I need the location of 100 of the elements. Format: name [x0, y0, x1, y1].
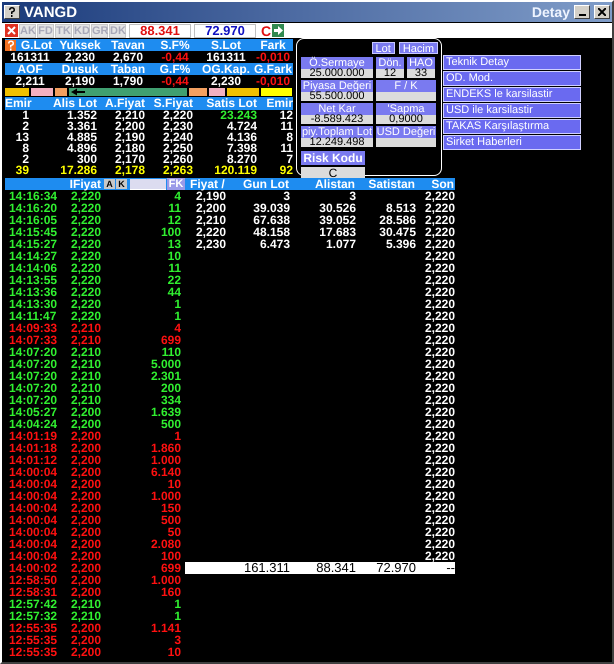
- trade-time: 14:16:05: [9, 214, 58, 226]
- toggle-button[interactable]: Hacim: [398, 42, 438, 54]
- field-label: Dön.: [376, 57, 404, 69]
- table-cell-text: 120.119: [213, 165, 257, 176]
- table-cell-text: 2,220: [424, 250, 455, 262]
- column-header: Emir: [5, 97, 33, 110]
- table-cell-text: 3.361: [66, 121, 97, 132]
- table-cell-text: --: [446, 562, 455, 574]
- trade-time: 14:07:33: [9, 334, 58, 346]
- menu-button[interactable]: TAKAS Karşılaştırma: [443, 119, 581, 134]
- column-header: Satistan: [367, 178, 416, 190]
- table-cell-text: 23.243: [219, 110, 257, 121]
- table-cell-text: 2,210: [114, 110, 145, 121]
- menu-button[interactable]: USD ile karsilastir: [443, 103, 581, 118]
- column-header: Alistan: [314, 178, 356, 190]
- table-cell-text: 2,220: [424, 502, 455, 514]
- help-button[interactable]: [4, 5, 20, 19]
- table-cell-text: 2,200: [114, 121, 145, 132]
- summary-value: 2,230: [210, 75, 242, 87]
- help-icon[interactable]: [5, 40, 16, 50]
- trade-time: 14:01:19: [9, 430, 58, 442]
- close-icon[interactable]: [5, 24, 18, 37]
- menu-button[interactable]: Teknik Detay: [443, 55, 581, 70]
- table-cell-text: 2,210: [195, 214, 227, 226]
- table-cell-text: 67.638: [252, 214, 290, 226]
- trade-time: 14:14:06: [9, 262, 58, 274]
- table-cell-text: 2,220: [424, 286, 455, 298]
- filter-field[interactable]: [130, 178, 166, 190]
- field-label: Piyasa Değeri: [301, 80, 373, 92]
- trade-lot: 11: [167, 262, 181, 274]
- trade-time: 14:13:30: [9, 298, 58, 310]
- trade-lot: 100: [160, 226, 181, 238]
- table-cell-text: 1.352: [66, 110, 97, 121]
- trade-price: 2,200: [71, 550, 102, 562]
- table-cell-text: 4.136: [226, 132, 257, 143]
- field-value: 0,9000: [376, 115, 436, 124]
- close-button[interactable]: [594, 5, 610, 19]
- table-cell-text: 4.724: [226, 121, 257, 132]
- trade-lot: 12: [166, 214, 181, 226]
- trade-lot: 13: [166, 238, 181, 250]
- menu-button[interactable]: Sirket Haberleri: [443, 135, 581, 150]
- minimize-button[interactable]: [574, 5, 590, 19]
- menu-button[interactable]: ENDEKS le karsilastir: [443, 87, 581, 102]
- trade-price: 2,220: [71, 286, 102, 298]
- trade-time: 14:00:04: [9, 514, 58, 526]
- table-cell-text: 3: [348, 190, 356, 202]
- trade-price: 2,200: [71, 538, 102, 550]
- total-field: 72.970: [194, 24, 256, 38]
- table-cell-text: 2,190: [196, 190, 227, 202]
- table-cell-text: 28.586: [378, 214, 416, 226]
- trade-time: 14:00:04: [9, 490, 58, 502]
- table-cell-text: 13: [14, 132, 30, 143]
- column-header: Yuksek: [58, 39, 102, 51]
- trade-lot: 150: [160, 502, 181, 514]
- sort-button[interactable]: A: [104, 179, 115, 189]
- table-cell-text: 8: [22, 143, 30, 154]
- trade-time: 12:55:35: [9, 622, 58, 634]
- code-label: C: [261, 24, 272, 38]
- menu-button[interactable]: OD. Mod.: [443, 71, 581, 86]
- table-cell-text: 1.077: [324, 238, 356, 250]
- trade-price: 2,200: [71, 634, 102, 646]
- table-cell-text: 300: [76, 154, 97, 165]
- table-cell-text: 2,220: [424, 262, 455, 274]
- trade-lot: 10: [166, 250, 181, 262]
- trade-price: 2,210: [71, 358, 102, 370]
- table-cell-text: 3: [282, 190, 290, 202]
- go-button[interactable]: [272, 24, 284, 37]
- trade-time: 14:11:47: [9, 310, 58, 322]
- table-cell-text: 39.052: [318, 214, 356, 226]
- trade-lot: 1: [173, 610, 181, 622]
- trade-price: 2,220: [71, 202, 102, 214]
- table-cell-text: 8.270: [226, 154, 257, 165]
- trade-lot: 44: [166, 286, 181, 298]
- trade-lot: 699: [160, 562, 181, 574]
- window-caption: Detay: [532, 4, 570, 20]
- table-cell-text: 2,220: [424, 346, 455, 358]
- sort-button[interactable]: K: [116, 179, 127, 189]
- trade-lot: 10: [166, 478, 181, 490]
- column-header: G.Fark: [253, 63, 293, 75]
- table-cell-text: 30.475: [378, 226, 416, 238]
- trade-lot: 2.301: [150, 370, 181, 382]
- table-cell-text: 39: [14, 165, 30, 176]
- table-cell-text: 2,230: [162, 121, 193, 132]
- trade-price: 2,220: [71, 274, 102, 286]
- table-cell-text: 2,220: [424, 358, 455, 370]
- trade-lot: 110: [160, 346, 181, 358]
- filter-button[interactable]: FK: [167, 178, 185, 190]
- table-cell-text: 2,178: [114, 165, 145, 176]
- toggle-button[interactable]: Lot: [372, 42, 395, 54]
- column-header: Satis Lot: [205, 97, 257, 110]
- trade-price: 2,200: [71, 526, 102, 538]
- column-header: S.Lot: [210, 39, 242, 51]
- table-cell-text: 11: [279, 143, 293, 154]
- table-cell-text: 12: [278, 110, 293, 121]
- trade-time: 14:01:18: [9, 442, 58, 454]
- trade-lot: 1.000: [150, 454, 181, 466]
- trade-time: 14:04:24: [9, 418, 58, 430]
- trade-price: 2,200: [71, 466, 102, 478]
- trade-time: 14:01:12: [9, 454, 58, 466]
- table-cell-text: 2,220: [424, 418, 455, 430]
